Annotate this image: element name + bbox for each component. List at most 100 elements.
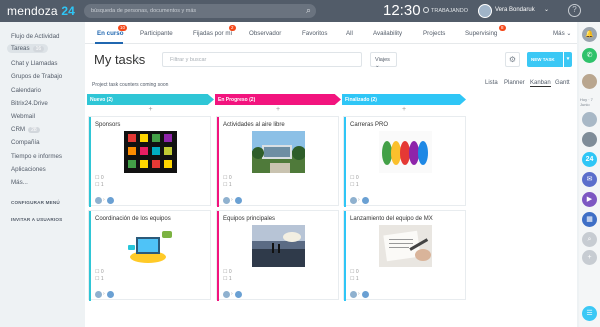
card-color-bar — [217, 211, 219, 301]
sidebar-item-drive[interactable]: Bitrix24.Drive — [11, 100, 48, 107]
kanban-column-in-progress[interactable]: En Progreso (2) — [215, 94, 341, 105]
tab-all[interactable]: All — [346, 30, 353, 37]
card-meta-b: 1 — [100, 276, 104, 282]
kanban-column-finished[interactable]: Finalizado (2) — [342, 94, 466, 105]
card-meta: ☐ 0 ☐ 1 — [350, 269, 359, 282]
work-status[interactable]: TRABAJANDO — [423, 7, 468, 14]
task-card[interactable]: Actividades al aire libre ☐ 0 ☐ 1 › — [216, 116, 339, 207]
avatar[interactable] — [95, 291, 102, 298]
arrow-right-icon: › — [358, 197, 360, 203]
whatsapp-icon[interactable]: ✆ — [582, 48, 597, 63]
view-gantt[interactable]: Gantt — [555, 80, 570, 86]
avatar[interactable] — [223, 197, 230, 204]
tab-observador[interactable]: Observador — [249, 30, 281, 37]
sidebar-item-calendar[interactable]: Calendario — [11, 87, 41, 94]
sidebar-item-company[interactable]: Compañía — [11, 139, 40, 146]
task-card[interactable]: Equipos principales ☐ 0 ☐ 1 › — [216, 210, 339, 301]
video-icon[interactable]: ▶ — [582, 192, 597, 207]
avatar[interactable] — [350, 291, 357, 298]
add-task-icon[interactable]: + — [342, 106, 466, 114]
avatar[interactable] — [362, 197, 369, 204]
invite-users-button[interactable]: INVITAR A USUARIOS — [11, 217, 62, 222]
card-title[interactable]: Sponsors — [95, 122, 120, 128]
new-task-button[interactable]: NEW TASK ▾ — [527, 52, 572, 67]
card-title[interactable]: Equipos principales — [223, 216, 275, 222]
global-search-input[interactable]: búsqueda de personas, documentos y más ⌕ — [84, 4, 316, 18]
crm-count-badge: 28 — [28, 127, 40, 133]
chat-icon[interactable]: ✉ — [582, 172, 597, 187]
help-icon[interactable]: ? — [568, 4, 581, 17]
user-name[interactable]: Vera Bondaruk — [495, 7, 535, 13]
clock[interactable]: 12:30 — [383, 2, 421, 19]
avatar[interactable] — [235, 291, 242, 298]
arrow-right-icon: › — [358, 291, 360, 297]
avatar[interactable] — [235, 197, 242, 204]
avatar[interactable] — [350, 197, 357, 204]
sidebar-item-tasks[interactable]: Tareas 16 — [7, 44, 49, 53]
view-kanban[interactable]: Kanban — [530, 80, 551, 87]
chevron-down-icon[interactable]: ▾ — [563, 52, 572, 67]
card-title[interactable]: Actividades al aire libre — [223, 122, 285, 128]
card-title[interactable]: Carreras PRO — [350, 122, 388, 128]
tab-supervising[interactable]: Supervising — [465, 30, 497, 37]
avatar[interactable] — [582, 132, 597, 147]
add-task-icon[interactable]: + — [215, 106, 341, 114]
task-card[interactable]: Carreras PRO ☐ 0 ☐ 1 › — [343, 116, 466, 207]
column-count: (2) — [370, 97, 377, 103]
search-icon[interactable]: ⌕ — [306, 5, 311, 16]
sidebar-item-activity[interactable]: Flujo de Actividad — [11, 33, 60, 40]
sidebar-item-apps[interactable]: Aplicaciones — [11, 166, 46, 173]
avatar[interactable] — [582, 74, 597, 89]
avatar[interactable] — [362, 291, 369, 298]
card-meta-b: 1 — [100, 182, 104, 188]
avatar[interactable] — [582, 112, 597, 127]
logo[interactable]: mendoza 24 — [7, 4, 75, 18]
view-planner[interactable]: Planner — [504, 80, 525, 86]
card-image — [124, 225, 177, 267]
avatar[interactable] — [107, 291, 114, 298]
sidebar-item-webmail[interactable]: Webmail — [11, 113, 35, 120]
avatar[interactable] — [223, 291, 230, 298]
card-title[interactable]: Lanzamiento del equipo de MX — [350, 216, 433, 222]
tab-more[interactable]: Más ⌄ — [553, 30, 572, 37]
card-meta-a: 0 — [228, 269, 232, 275]
plus-icon[interactable]: + — [582, 250, 597, 265]
sidebar-item-workgroups[interactable]: Grupos de Trabajo — [11, 73, 62, 80]
sidebar-item-crm[interactable]: CRM 28 — [11, 126, 40, 133]
task-card[interactable]: Sponsors ☐ 0 ☐ 1 › — [88, 116, 211, 207]
tab-counter-badge: 2 — [229, 25, 236, 31]
configure-menu-button[interactable]: CONFIGURAR MENÚ — [11, 200, 60, 205]
sidebar-item-chat[interactable]: Chat y Llamadas — [11, 60, 57, 67]
sidebar-item-time-reports[interactable]: Tiempo e informes — [11, 153, 62, 160]
task-card[interactable]: Coordinación de los equipos ☐ 0 ☐ 1 › — [88, 210, 211, 301]
tab-participante[interactable]: Participante — [140, 30, 173, 37]
add-task-icon[interactable]: + — [87, 106, 214, 114]
tab-fijadas[interactable]: Fijadas por mí — [193, 30, 232, 37]
kanban-column-new[interactable]: Nuevo (2) — [87, 94, 214, 105]
avatar[interactable] — [107, 197, 114, 204]
tab-en-curso[interactable]: En curso — [97, 30, 123, 37]
card-title[interactable]: Coordinación de los equipos — [95, 216, 171, 222]
task-card[interactable]: Lanzamiento del equipo de MX ☐ 0 ☐ 1 › — [343, 210, 466, 301]
sidebar-item-label: CRM — [11, 126, 26, 133]
tasks-count-badge: 16 — [32, 46, 45, 52]
star-icon[interactable]: ☆ — [133, 54, 141, 65]
gear-icon[interactable]: ⚙ — [505, 52, 520, 67]
bell-icon[interactable]: 🔔 — [582, 27, 597, 42]
view-list[interactable]: Lista — [485, 80, 498, 86]
avatar[interactable] — [95, 197, 102, 204]
user-avatar[interactable] — [478, 4, 492, 18]
scope-selector[interactable]: Viajes ⌄ — [370, 52, 397, 69]
tab-projects[interactable]: Projects — [423, 30, 445, 37]
b24-icon[interactable]: 24 — [582, 152, 597, 167]
tab-favoritos[interactable]: Favoritos — [302, 30, 327, 37]
chevron-down-icon[interactable]: ⌄ — [544, 6, 549, 13]
search-icon[interactable]: ⌕ — [582, 232, 597, 247]
column-count: (2) — [106, 97, 113, 103]
sidebar-item-more[interactable]: Más... — [11, 179, 28, 186]
calendar-icon[interactable]: ▦ — [582, 212, 597, 227]
filter-search-input[interactable]: Filtrar y buscar — [162, 52, 362, 67]
crm-icon[interactable]: ☰ — [582, 306, 597, 321]
tab-availability[interactable]: Availability — [373, 30, 402, 37]
rail-date-note: Hoy · 7 Junio — [580, 97, 593, 107]
